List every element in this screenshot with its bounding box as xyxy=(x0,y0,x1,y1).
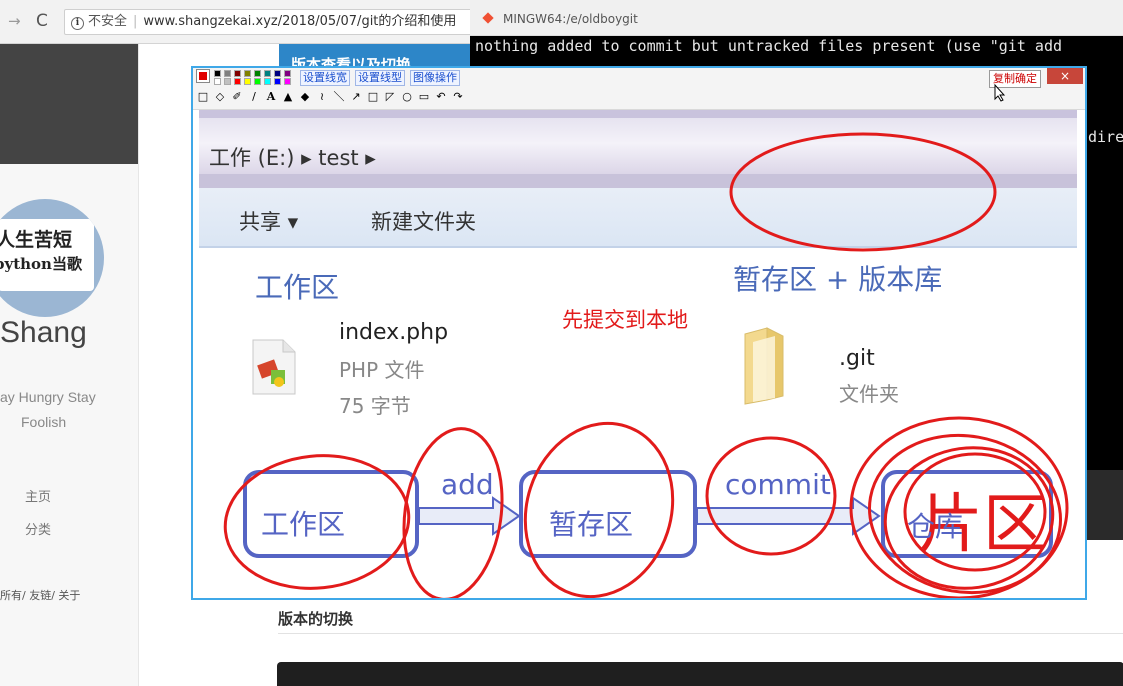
terminal-titlebar[interactable]: MINGW64:/e/oldboygit xyxy=(470,0,1123,36)
site-name[interactable]: Shang xyxy=(0,316,87,350)
avatar-line2: python当歌 xyxy=(0,255,82,273)
blog-sidebar: 人生苦短 python当歌 Shang ay Hungry Stay Fooli… xyxy=(0,44,138,686)
section-title: 版本的切换 xyxy=(278,610,354,628)
repository-label: 仓库 xyxy=(907,510,964,543)
divider xyxy=(278,633,1123,634)
nav-categories-link[interactable]: 分类 xyxy=(25,519,51,538)
address-bar[interactable]: i 不安全 | www.shangzekai.xyz/2018/05/07/git的介… xyxy=(64,9,484,35)
code-block xyxy=(277,662,1123,686)
sidebar-banner xyxy=(0,44,138,164)
avatar: 人生苦短 python当歌 xyxy=(0,199,104,317)
red-circle-stage xyxy=(523,421,675,598)
red-circle-top xyxy=(729,132,997,252)
forward-button[interactable]: → xyxy=(8,12,21,30)
info-icon[interactable]: i xyxy=(71,17,84,30)
nav-home-link[interactable]: 主页 xyxy=(25,486,51,505)
motto-line1: ay Hungry Stay xyxy=(0,389,96,405)
url-text: www.shangzekai.xyz/2018/05/07/git的介绍和使用 xyxy=(143,14,457,29)
security-label: 不安全 xyxy=(88,14,128,29)
motto-line2: Foolish xyxy=(21,414,67,430)
terminal-output-line: dire xyxy=(1088,128,1123,146)
commit-label: commit xyxy=(725,468,831,501)
add-arrow xyxy=(418,496,521,536)
annotation-text: 先提交到本地 xyxy=(562,308,688,332)
working-dir-label: 工作区 xyxy=(261,508,346,541)
avatar-line1: 人生苦短 xyxy=(0,229,73,251)
reload-button[interactable]: C xyxy=(36,11,48,31)
screenshot-tool-window[interactable]: 设置线宽 设置线型 图像操作 复制确定 × □ ◇ ✐ / A ▲ ◆ ≀ ＼ … xyxy=(191,66,1087,600)
add-label: add xyxy=(441,468,494,501)
staging-label: 暂存区 xyxy=(549,508,634,541)
terminal-output-line: nothing added to commit but untracked fi… xyxy=(475,37,1062,55)
git-diamond-icon xyxy=(482,12,494,24)
footer-links[interactable]: 所有/ 友链/ 关于 xyxy=(0,587,80,603)
terminal-title: MINGW64:/e/oldboygit xyxy=(503,12,638,26)
